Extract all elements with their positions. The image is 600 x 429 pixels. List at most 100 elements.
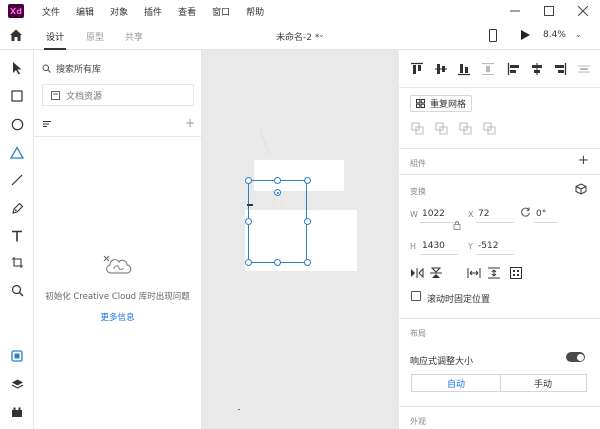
grid-layout-icon[interactable] (509, 267, 523, 279)
property-inspector: 重复网格 組件 + 变换 W 1022 X 72 0° H 1430 Y -51… (399, 50, 600, 429)
text-icon[interactable] (9, 228, 25, 244)
resize-handle[interactable] (274, 177, 281, 184)
resize-handle[interactable] (245, 218, 252, 225)
distribute-horizontal-icon[interactable] (577, 62, 591, 76)
fix-position-checkbox[interactable] (411, 291, 421, 301)
select-arrow-icon[interactable] (9, 60, 25, 76)
plugins-icon[interactable] (9, 404, 25, 420)
divider (399, 174, 600, 175)
filter-list-icon[interactable] (43, 120, 51, 129)
width-field[interactable]: 1022 (422, 209, 445, 219)
menu-object[interactable]: 对象 (110, 5, 128, 18)
align-bottom-icon[interactable] (457, 62, 471, 76)
distribute-vertical-icon[interactable] (481, 62, 495, 76)
flip-horizontal-icon[interactable] (410, 267, 424, 279)
cursor-mark (247, 204, 253, 206)
layers-icon[interactable] (9, 376, 25, 392)
mode-toolbar: 设计 原型 共享 未命名-2 * ⌄ 8.4% ⌄ (0, 22, 600, 50)
pen-icon[interactable] (9, 200, 25, 216)
resize-handle[interactable] (245, 177, 252, 184)
maximize-icon[interactable] (532, 0, 566, 22)
design-canvas[interactable] (202, 50, 399, 429)
transform-title: 变换 (410, 187, 426, 196)
more-info-link[interactable]: 更多信息 (34, 311, 201, 323)
align-left-icon[interactable] (507, 62, 521, 76)
zoom-icon[interactable] (9, 282, 25, 298)
cc-error-message: 初始化 Creative Cloud 库时出现问题 (45, 292, 190, 302)
3d-transform-icon[interactable] (575, 183, 587, 195)
resize-handle[interactable] (304, 177, 311, 184)
document-title[interactable]: 未命名-2 * (276, 30, 319, 43)
home-icon[interactable] (9, 28, 23, 42)
grid-icon (416, 99, 425, 108)
menu-plugins[interactable]: 插件 (144, 5, 162, 18)
resize-handle[interactable] (245, 259, 252, 266)
x-field[interactable]: 72 (478, 209, 489, 219)
repeat-grid-button[interactable]: 重复网格 (410, 95, 472, 112)
align-middle-icon[interactable] (434, 62, 448, 76)
align-toolbar (399, 50, 600, 88)
zoom-chevron-icon[interactable]: ⌄ (575, 30, 582, 39)
tab-prototype[interactable]: 原型 (86, 30, 104, 43)
add-library-icon[interactable]: + (185, 116, 195, 130)
resize-auto-button[interactable]: 自动 (411, 374, 501, 392)
boolean-exclude-icon[interactable] (483, 122, 496, 135)
boolean-intersect-icon[interactable] (459, 122, 472, 135)
align-center-icon[interactable] (530, 62, 544, 76)
lock-aspect-icon[interactable] (453, 220, 461, 230)
title-bar: Xd 文件 编辑 对象 插件 查看 窗口 帮助 (0, 0, 600, 22)
y-field[interactable]: -512 (478, 241, 498, 251)
chevron-down-icon[interactable]: ⌄ (318, 30, 325, 39)
menu-view[interactable]: 查看 (178, 5, 196, 18)
rotate-icon (521, 207, 530, 217)
line-icon[interactable] (9, 172, 25, 188)
document-assets-item[interactable]: 文档资源 (42, 84, 194, 106)
resize-manual-button[interactable]: 手动 (500, 374, 587, 392)
align-right-icon[interactable] (553, 62, 567, 76)
layout-title: 布局 (410, 329, 426, 338)
library-search[interactable]: 搜索所有库 (42, 60, 194, 76)
rectangle-icon[interactable] (9, 88, 25, 104)
menu-edit[interactable]: 编辑 (76, 5, 94, 18)
tab-share[interactable]: 共享 (125, 30, 143, 43)
repeat-grid-label: 重复网格 (430, 100, 467, 110)
responsive-resize-label: 响应式调整大小 (410, 357, 474, 367)
libraries-panel: 搜索所有库 文档资源 + 初始化 Creative Cloud 库时出现问题 更… (34, 50, 202, 429)
resize-handle[interactable] (304, 259, 311, 266)
menu-help[interactable]: 帮助 (246, 5, 264, 18)
device-preview-icon[interactable] (489, 29, 497, 42)
search-input[interactable]: 搜索所有库 (56, 62, 101, 75)
responsive-resize-toggle[interactable] (566, 352, 585, 362)
assets-icon[interactable] (9, 348, 25, 364)
divider (399, 406, 600, 407)
close-icon[interactable] (566, 0, 600, 22)
ellipse-icon[interactable] (9, 116, 25, 132)
align-top-icon[interactable] (410, 62, 424, 76)
y-underline (476, 254, 514, 255)
zoom-level[interactable]: 8.4% (543, 30, 566, 40)
height-field[interactable]: 1430 (422, 241, 445, 251)
boolean-subtract-icon[interactable] (435, 122, 448, 135)
rotation-underline (534, 222, 558, 223)
creative-cloud-icon (103, 255, 132, 274)
resize-handle[interactable] (274, 259, 281, 266)
divider (399, 148, 600, 149)
distribute-height-icon[interactable] (487, 267, 501, 279)
play-preview-icon[interactable] (521, 30, 530, 40)
rotation-center-handle[interactable] (274, 189, 281, 196)
add-component-icon[interactable]: + (578, 153, 589, 168)
divider (34, 136, 201, 137)
resize-handle[interactable] (304, 218, 311, 225)
boolean-add-icon[interactable] (411, 122, 424, 135)
minimize-icon[interactable] (498, 0, 532, 22)
menu-window[interactable]: 窗口 (212, 5, 230, 18)
rotation-field[interactable]: 0° (536, 209, 546, 219)
search-icon (42, 64, 51, 73)
polygon-icon[interactable] (9, 144, 25, 160)
y-label: Y (468, 242, 473, 251)
tab-design[interactable]: 设计 (46, 30, 64, 43)
distribute-width-icon[interactable] (467, 267, 481, 279)
menu-file[interactable]: 文件 (42, 5, 60, 18)
flip-vertical-icon[interactable] (429, 267, 443, 279)
artboard-icon[interactable] (9, 254, 25, 270)
